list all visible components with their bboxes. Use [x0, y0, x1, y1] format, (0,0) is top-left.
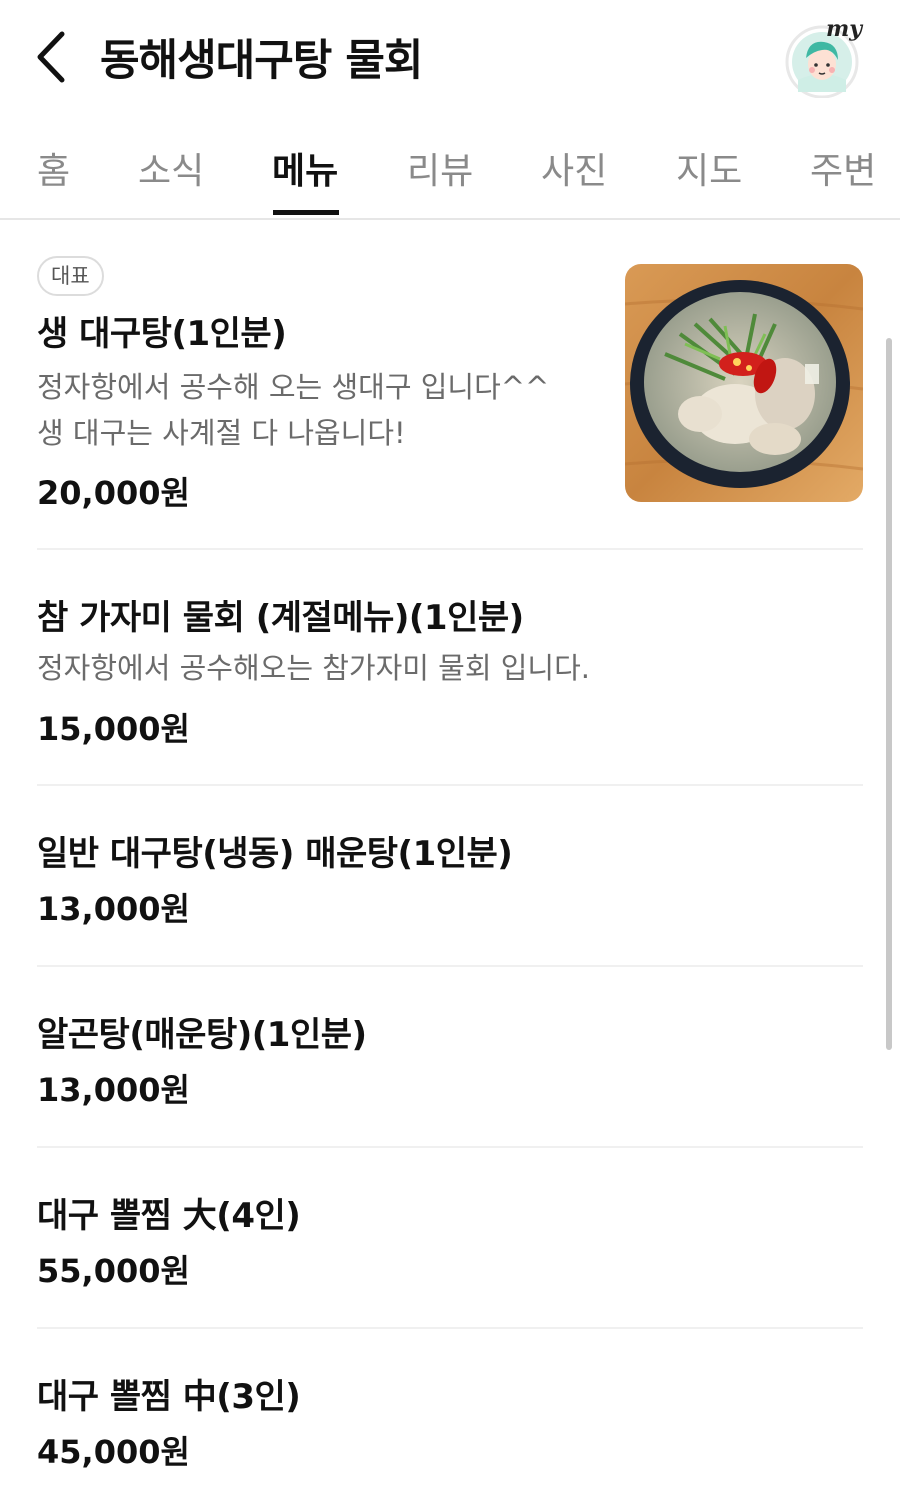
back-button[interactable]: [30, 28, 74, 86]
tab-reviews[interactable]: 리뷰: [407, 142, 473, 194]
chevron-left-icon: [37, 31, 65, 83]
menu-item-price: 15,000원: [37, 710, 190, 748]
menu-item-photo[interactable]: [625, 264, 863, 502]
cod-soup-photo-icon: [625, 264, 863, 502]
menu-item-price: 55,000원: [37, 1252, 190, 1290]
tab-menu[interactable]: 메뉴: [272, 142, 338, 194]
menu-item-name: 대구 뽈찜 大(4인): [37, 1196, 301, 1236]
my-profile-button[interactable]: my: [784, 16, 864, 99]
menu-item-name: 일반 대구탕(냉동) 매운탕(1인분): [37, 834, 513, 874]
tab-photos[interactable]: 사진: [541, 142, 607, 194]
menu-item[interactable]: 알곤탕(매운탕)(1인분) 13,000원: [37, 967, 863, 1148]
menu-item[interactable]: 일반 대구탕(냉동) 매운탕(1인분) 13,000원: [37, 786, 863, 967]
tab-news[interactable]: 소식: [138, 142, 204, 194]
tab-nearby[interactable]: 주변: [810, 142, 876, 194]
tab-bar: 홈 소식 메뉴 리뷰 사진 지도 주변: [0, 112, 900, 220]
menu-item-name: 알곤탕(매운탕)(1인분): [37, 1015, 367, 1055]
tab-map[interactable]: 지도: [676, 142, 742, 194]
menu-item-price: 13,000원: [37, 890, 190, 928]
menu-item[interactable]: 대구 뽈찜 大(4인) 55,000원: [37, 1148, 863, 1329]
avatar-icon: my: [785, 16, 864, 99]
menu-item-description: 생 대구는 사계절 다 나옵니다!: [37, 416, 406, 450]
app-header: 동해생대구탕 물회 my: [0, 0, 900, 112]
menu-item-description: 정자항에서 공수해 오는 생대구 입니다^^: [37, 370, 550, 404]
signature-badge: 대표: [37, 256, 104, 296]
menu-item-name: 생 대구탕(1인분): [37, 314, 287, 354]
menu-item[interactable]: 대표 생 대구탕(1인분) 정자항에서 공수해 오는 생대구 입니다^^ 생 대…: [37, 222, 863, 550]
menu-item-name: 대구 뽈찜 中(3인): [37, 1377, 301, 1417]
menu-item[interactable]: 참 가자미 물회 (계절메뉴)(1인분) 정자항에서 공수해오는 참가자미 물회…: [37, 550, 863, 786]
menu-item-description: 정자항에서 공수해오는 참가자미 물회 입니다.: [37, 651, 591, 685]
menu-item-price: 45,000원: [37, 1433, 190, 1471]
page-title: 동해생대구탕 물회: [100, 36, 423, 86]
scrollbar[interactable]: [886, 338, 892, 1050]
menu-item-price: 20,000원: [37, 474, 190, 512]
active-tab-indicator: [273, 210, 339, 215]
my-label: my: [826, 18, 864, 42]
menu-item-name: 참 가자미 물회 (계절메뉴)(1인분): [37, 598, 524, 638]
tab-home[interactable]: 홈: [37, 142, 70, 194]
menu-item[interactable]: 대구 뽈찜 中(3인) 45,000원: [37, 1329, 863, 1501]
menu-item-price: 13,000원: [37, 1071, 190, 1109]
